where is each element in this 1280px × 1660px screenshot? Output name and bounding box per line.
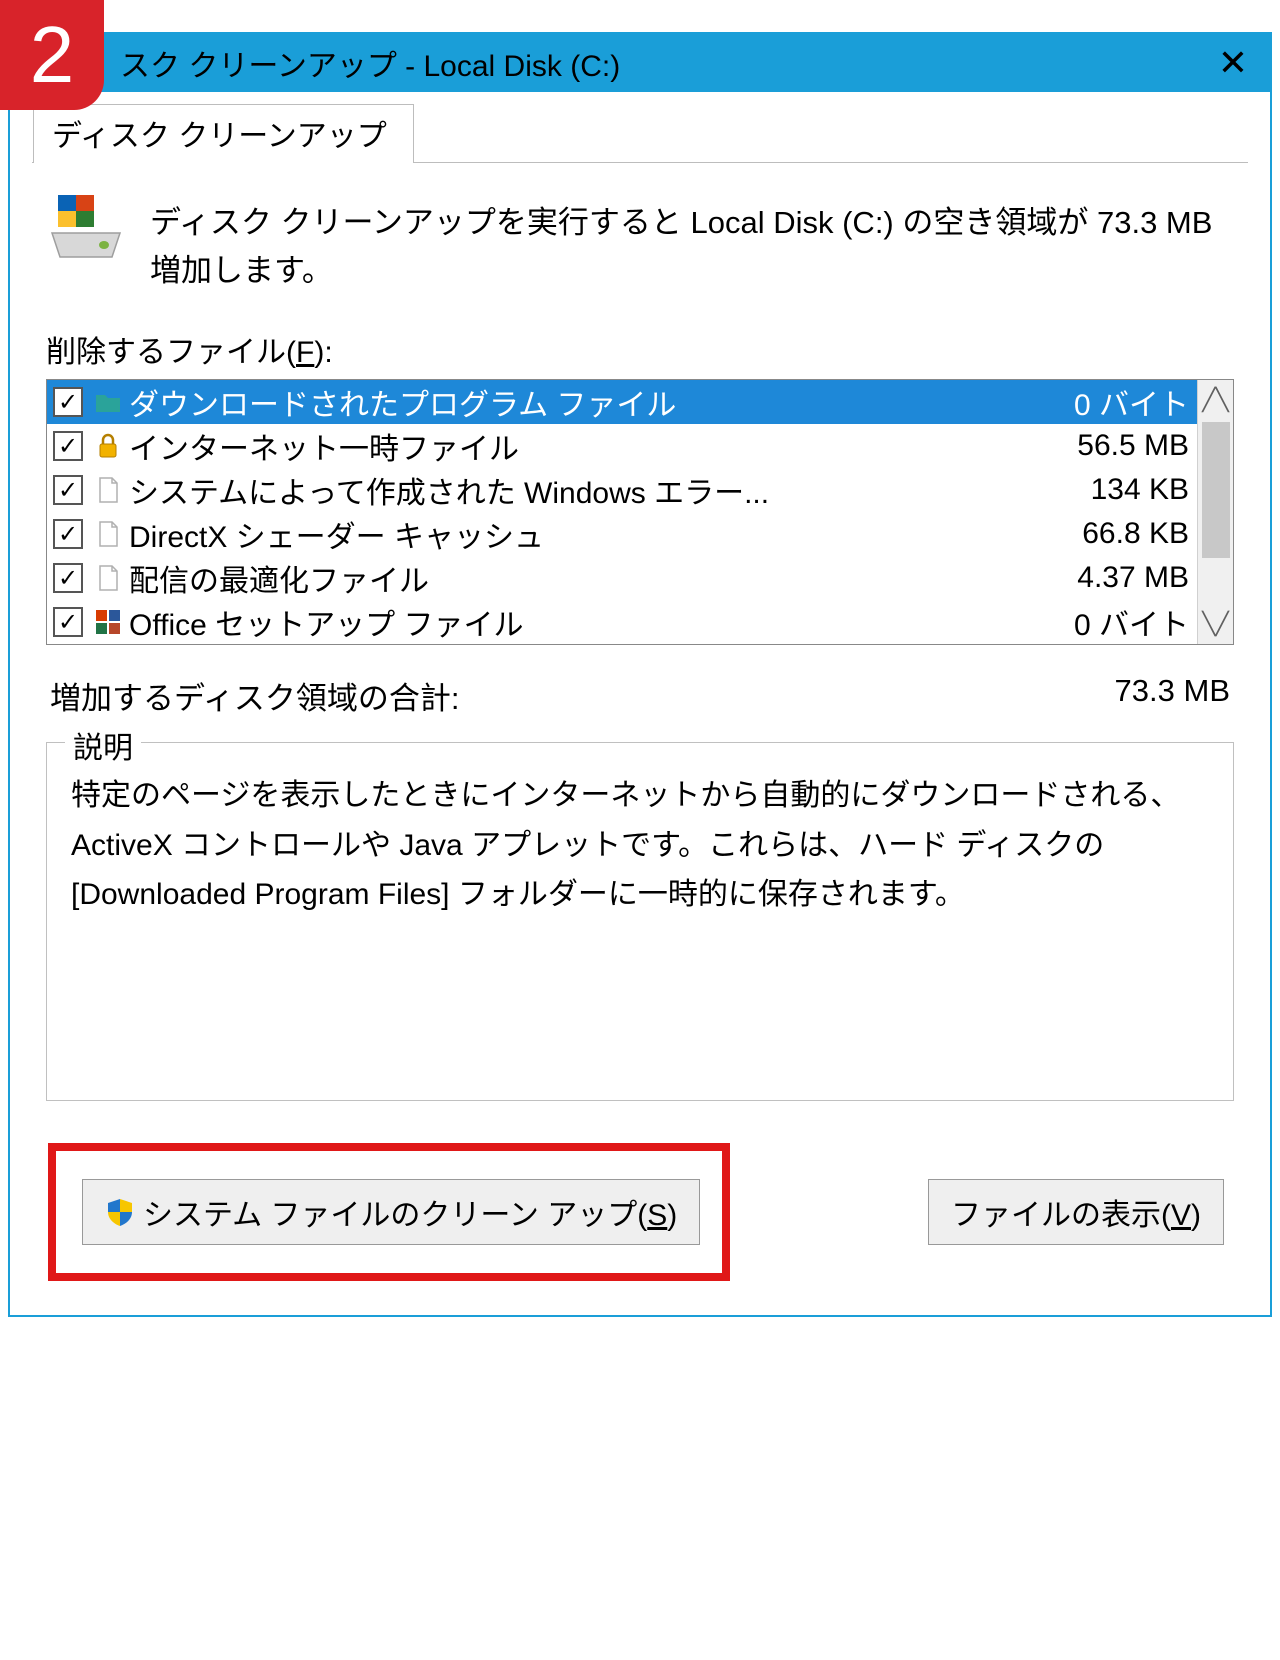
description-groupbox: 説明 特定のページを表示したときにインターネットから自動的にダウンロードされる、…: [46, 742, 1234, 1101]
file-item-size: 0 バイト: [1019, 380, 1189, 424]
highlight-box: システム ファイルのクリーン アップ(S): [48, 1143, 730, 1281]
dialog-window: スク クリーンアップ - Local Disk (C:) ✕ ディスク クリーン…: [8, 32, 1272, 1317]
checkbox[interactable]: [53, 475, 83, 505]
file-list-item[interactable]: 配信の最適化ファイル4.37 MB: [47, 556, 1197, 600]
label-text: 削除するファイル(: [46, 336, 296, 369]
description-title: 説明: [65, 723, 141, 767]
total-row: 増加するディスク領域の合計: 73.3 MB: [50, 673, 1230, 718]
label-hotkey: F: [296, 336, 314, 369]
file-item-size: 66.8 KB: [1019, 517, 1189, 551]
button-label: ファイルの表示(V): [951, 1190, 1201, 1234]
file-item-name: 配信の最適化ファイル: [129, 556, 1013, 600]
folder-teal-icon: [93, 387, 123, 417]
file-list-item[interactable]: システムによって作成された Windows エラー...134 KB: [47, 468, 1197, 512]
tabpanel: ディスク クリーンアップを実行すると Local Disk (C:) の空き領域…: [32, 163, 1248, 1281]
button-label: システム ファイルのクリーン アップ(S): [143, 1190, 677, 1234]
file-list-item[interactable]: インターネット一時ファイル56.5 MB: [47, 424, 1197, 468]
file-list-item[interactable]: DirectX シェーダー キャッシュ66.8 KB: [47, 512, 1197, 556]
file-icon: [93, 563, 123, 593]
step-badge: 2: [0, 0, 104, 110]
total-value: 73.3 MB: [1115, 673, 1230, 718]
file-item-name: システムによって作成された Windows エラー...: [129, 468, 1013, 512]
file-item-name: Office セットアップ ファイル: [129, 600, 1013, 644]
checkbox[interactable]: [53, 431, 83, 461]
button-row: システム ファイルのクリーン アップ(S) ファイルの表示(V): [48, 1143, 1224, 1281]
checkbox[interactable]: [53, 563, 83, 593]
file-icon: [93, 519, 123, 549]
scroll-thumb[interactable]: [1202, 422, 1230, 558]
cleanup-system-files-button[interactable]: システム ファイルのクリーン アップ(S): [82, 1179, 700, 1245]
file-item-name: ダウンロードされたプログラム ファイル: [129, 380, 1013, 424]
file-list: ダウンロードされたプログラム ファイル0 バイトインターネット一時ファイル56.…: [46, 379, 1234, 645]
file-item-name: DirectX シェーダー キャッシュ: [129, 512, 1013, 556]
file-item-size: 4.37 MB: [1019, 561, 1189, 595]
close-button[interactable]: ✕: [1208, 38, 1258, 88]
lock-icon: [93, 431, 123, 461]
scroll-up-arrow-icon[interactable]: ╱╲: [1198, 380, 1233, 420]
view-files-button[interactable]: ファイルの表示(V): [928, 1179, 1224, 1245]
file-item-size: 0 バイト: [1019, 600, 1189, 644]
tab-disk-cleanup[interactable]: ディスク クリーンアップ: [33, 104, 414, 163]
scroll-down-arrow-icon[interactable]: ╲╱: [1198, 604, 1233, 644]
checkbox[interactable]: [53, 607, 83, 637]
file-list-item[interactable]: ダウンロードされたプログラム ファイル0 バイト: [47, 380, 1197, 424]
file-list-item[interactable]: Office セットアップ ファイル0 バイト: [47, 600, 1197, 644]
summary-text: ディスク クリーンアップを実行すると Local Disk (C:) の空き領域…: [150, 193, 1234, 295]
file-icon: [93, 475, 123, 505]
files-to-delete-label: 削除するファイル(F):: [46, 327, 1238, 371]
shield-icon: [105, 1197, 135, 1227]
client-area: ディスク クリーンアップ ディスク クリーンアップを実行すると Local Di…: [10, 92, 1270, 1315]
checkbox[interactable]: [53, 387, 83, 417]
label-suffix: ):: [314, 336, 332, 369]
office-icon: [93, 607, 123, 637]
titlebar[interactable]: スク クリーンアップ - Local Disk (C:) ✕: [10, 34, 1270, 92]
description-text: 特定のページを表示したときにインターネットから自動的にダウンロードされる、Act…: [71, 771, 1209, 920]
window-title: スク クリーンアップ - Local Disk (C:): [120, 41, 1208, 85]
drive-icon: [46, 193, 126, 263]
tab-label: ディスク クリーンアップ: [52, 120, 387, 153]
close-icon: ✕: [1218, 42, 1248, 84]
total-label: 増加するディスク領域の合計:: [50, 673, 459, 718]
file-item-size: 134 KB: [1019, 473, 1189, 507]
checkbox[interactable]: [53, 519, 83, 549]
scrollbar[interactable]: ╱╲ ╲╱: [1197, 380, 1233, 644]
file-item-name: インターネット一時ファイル: [129, 424, 1013, 468]
file-item-size: 56.5 MB: [1019, 429, 1189, 463]
summary-row: ディスク クリーンアップを実行すると Local Disk (C:) の空き領域…: [46, 193, 1234, 295]
